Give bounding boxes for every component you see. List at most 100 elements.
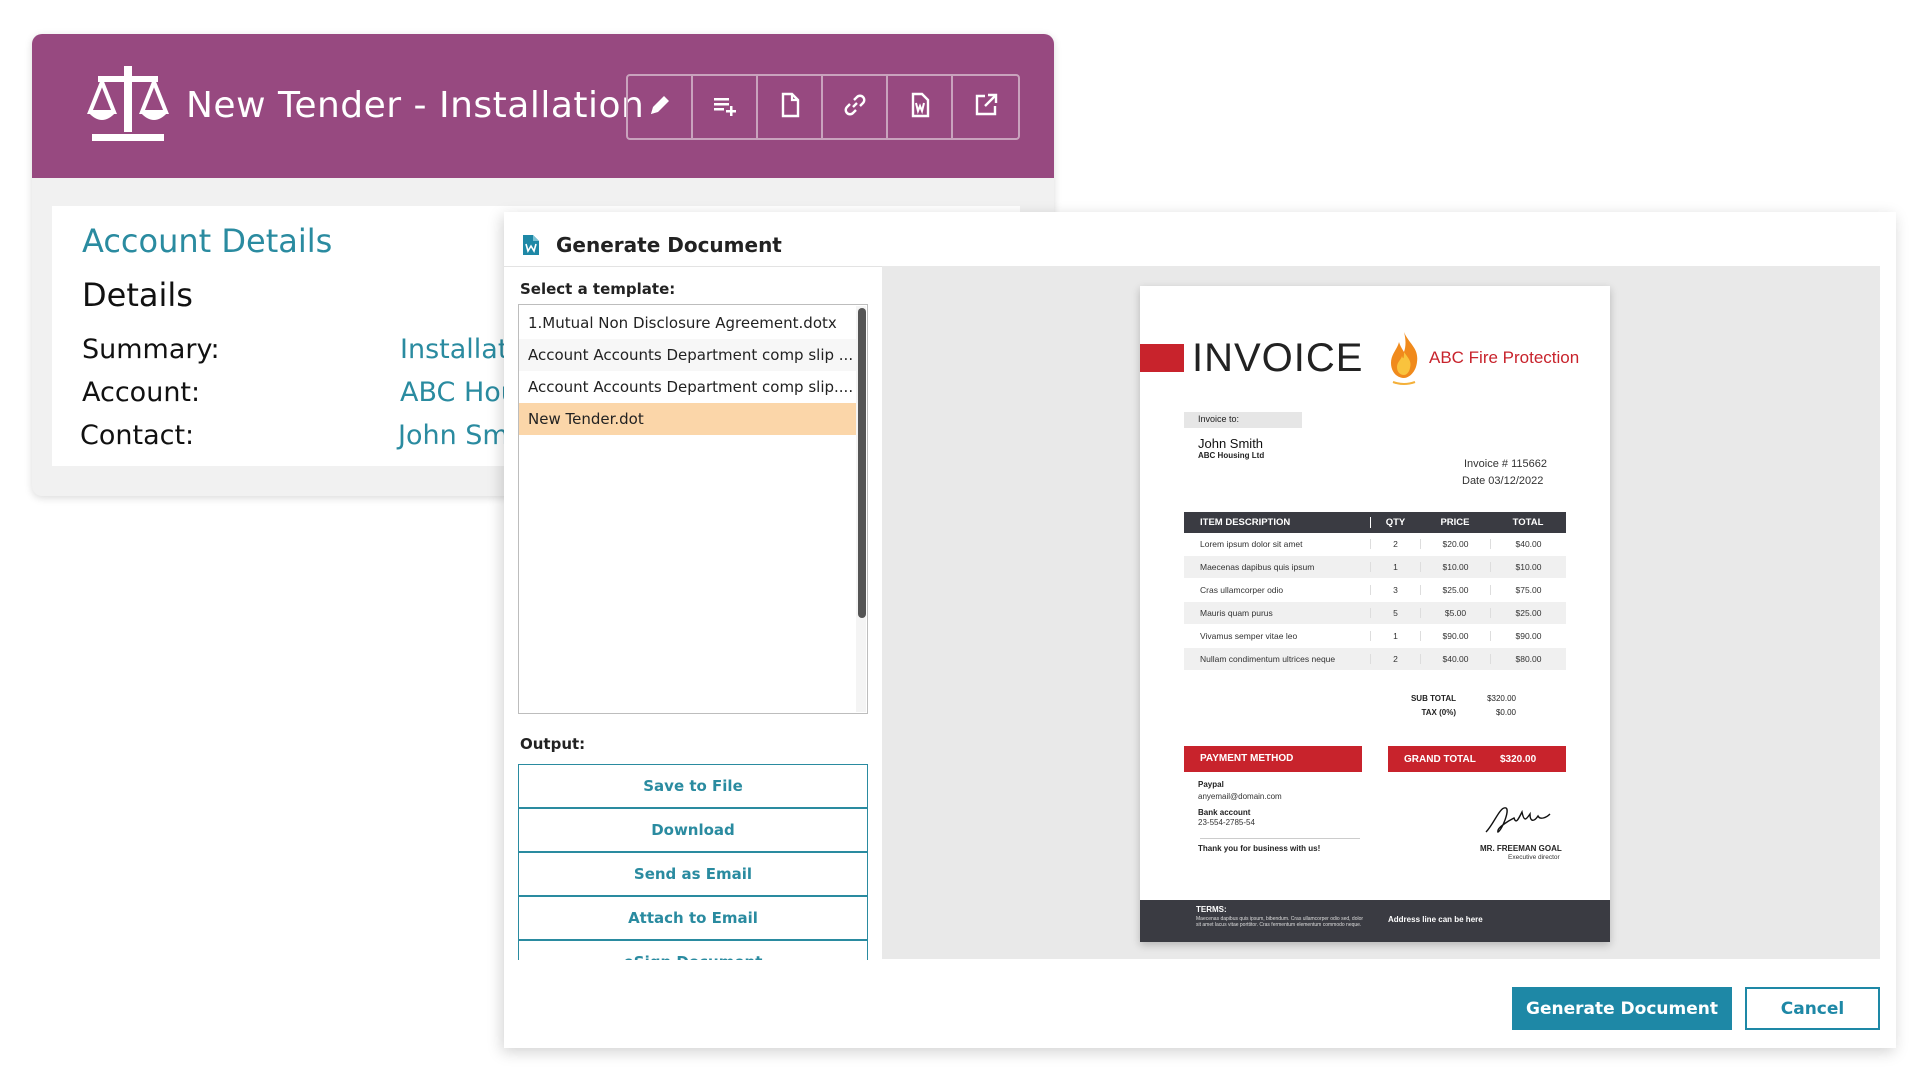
- table-cell: 1: [1370, 562, 1420, 572]
- customer-name: John Smith: [1198, 436, 1264, 451]
- invoice-number: Invoice # 115662: [1464, 458, 1547, 470]
- table-row: Vivamus semper vitae leo 1 $90.00 $90.00: [1184, 625, 1566, 648]
- contact-value[interactable]: John Sm: [398, 420, 509, 451]
- output-label: Output:: [520, 735, 586, 753]
- contact-label: Contact:: [80, 420, 195, 451]
- table-cell: 2: [1370, 539, 1420, 549]
- tender-title: New Tender - Installation: [186, 85, 645, 126]
- attach-to-email-button[interactable]: Attach to Email: [518, 896, 868, 940]
- table-cell: $5.00: [1420, 608, 1490, 618]
- cancel-button[interactable]: Cancel: [1745, 987, 1880, 1030]
- table-cell: Maecenas dapibus quis ipsum: [1200, 562, 1315, 572]
- tax-label: TAX (0%): [1421, 708, 1456, 717]
- signer-name: MR. FREEMAN GOAL: [1480, 844, 1562, 853]
- details-heading: Details: [82, 276, 193, 314]
- terms-label: TERMS:: [1196, 905, 1227, 914]
- select-template-label: Select a template:: [520, 280, 676, 298]
- signer-title: Executive director: [1508, 854, 1560, 861]
- terms-text: Maecenas dapibus quis ipsum, bibendum. C…: [1196, 916, 1364, 928]
- grand-total-bar: GRAND TOTAL $320.00: [1388, 746, 1566, 772]
- table-cell: Vivamus semper vitae leo: [1200, 631, 1298, 641]
- column-header: ITEM DESCRIPTION: [1200, 517, 1291, 528]
- column-header: PRICE: [1440, 517, 1470, 528]
- link-icon: [841, 91, 869, 123]
- open-external-button[interactable]: [953, 76, 1018, 138]
- table-cell: 5: [1370, 608, 1420, 618]
- table-row: Nullam condimentum ultrices neque 2 $40.00…: [1184, 648, 1566, 671]
- table-cell: $20.00: [1420, 539, 1490, 549]
- table-cell: Lorem ipsum dolor sit amet: [1200, 539, 1303, 549]
- invoice-to-label: Invoice to:: [1198, 414, 1240, 424]
- dialog-title: Generate Document: [556, 233, 782, 257]
- signature-icon: [1480, 798, 1560, 838]
- table-cell: 3: [1370, 585, 1420, 595]
- template-list[interactable]: 1.Mutual Non Disclosure Agreement.dotx A…: [518, 304, 868, 714]
- generate-document-button[interactable]: [888, 76, 953, 138]
- summary-label: Summary:: [82, 334, 220, 365]
- column-header: TOTAL: [1512, 517, 1544, 528]
- subtotal-value: $320.00: [1487, 694, 1516, 703]
- word-document-icon: [906, 91, 934, 123]
- account-label: Account:: [82, 377, 201, 408]
- customer-company: ABC Housing Ltd: [1198, 451, 1265, 460]
- address-line: Address line can be here: [1388, 915, 1483, 924]
- add-list-icon: [711, 91, 739, 123]
- template-list-scroll-thumb[interactable]: [858, 308, 866, 618]
- invoice-heading: INVOICE: [1192, 336, 1364, 380]
- invoice-items-table: ITEM DESCRIPTION QTY PRICE TOTAL Lorem ipsum…: [1184, 512, 1566, 671]
- table-cell: $75.00: [1490, 585, 1566, 595]
- external-link-icon: [972, 91, 1000, 123]
- table-cell: $40.00: [1490, 539, 1566, 549]
- template-item[interactable]: Account Accounts Department comp slip...…: [519, 371, 857, 403]
- table-cell: 1: [1370, 631, 1420, 641]
- table-row: Cras ullamcorper odio 3 $25.00 $75.00: [1184, 579, 1566, 602]
- summary-value[interactable]: Installat: [400, 334, 508, 365]
- invoice-company-name: ABC Fire Protection: [1429, 348, 1580, 367]
- send-as-email-button[interactable]: Send as Email: [518, 852, 868, 896]
- scales-icon: [86, 64, 170, 142]
- template-item[interactable]: Account Accounts Department comp slip ..…: [519, 339, 857, 371]
- invoice-preview: INVOICE ABC Fire Protection Invoice to: …: [1140, 286, 1610, 942]
- grand-total-value: $320.00: [1500, 753, 1537, 765]
- template-item[interactable]: 1.Mutual Non Disclosure Agreement.dotx: [519, 307, 857, 339]
- payment-method-label: PAYMENT METHOD: [1184, 746, 1362, 772]
- paypal-email: anyemail@domain.com: [1198, 792, 1282, 801]
- edit-button[interactable]: [628, 76, 693, 138]
- table-row: Lorem ipsum dolor sit amet 2 $20.00 $40.00: [1184, 533, 1566, 556]
- subtotal-label: SUB TOTAL: [1410, 694, 1456, 703]
- word-document-icon: [522, 234, 540, 256]
- document-icon: [776, 91, 804, 123]
- output-options: Save to File Download Send as Email Atta…: [504, 760, 884, 960]
- grand-total-label: GRAND TOTAL: [1404, 753, 1476, 765]
- table-cell: $10.00: [1420, 562, 1490, 572]
- table-cell: $80.00: [1490, 654, 1566, 664]
- flame-logo-icon: [1387, 330, 1421, 386]
- paypal-label: Paypal: [1198, 780, 1224, 789]
- invoice-table-header: ITEM DESCRIPTION QTY PRICE TOTAL: [1184, 512, 1566, 533]
- add-to-list-button[interactable]: [693, 76, 758, 138]
- table-cell: $90.00: [1490, 631, 1566, 641]
- document-button[interactable]: [758, 76, 823, 138]
- bank-label: Bank account: [1198, 808, 1251, 817]
- table-row: Maecenas dapibus quis ipsum 1 $10.00 $10.00: [1184, 556, 1566, 579]
- esign-document-button[interactable]: eSign Document: [518, 940, 868, 960]
- template-item-selected[interactable]: New Tender.dot: [519, 403, 857, 435]
- save-to-file-button[interactable]: Save to File: [518, 764, 868, 808]
- table-cell: $10.00: [1490, 562, 1566, 572]
- table-cell: $25.00: [1420, 585, 1490, 595]
- table-row: Mauris quam purus 5 $5.00 $25.00: [1184, 602, 1566, 625]
- table-cell: 2: [1370, 654, 1420, 664]
- table-cell: Mauris quam purus: [1200, 608, 1273, 618]
- account-details-title: Account Details: [82, 222, 333, 260]
- column-header: QTY: [1370, 517, 1420, 528]
- invoice-accent-bar: [1140, 344, 1184, 372]
- generate-document-button[interactable]: Generate Document: [1512, 987, 1732, 1030]
- thank-you-note: Thank you for business with us!: [1198, 844, 1321, 853]
- table-cell: $40.00: [1420, 654, 1490, 664]
- account-value[interactable]: ABC Hou: [400, 377, 518, 408]
- table-cell: Cras ullamcorper odio: [1200, 585, 1284, 595]
- link-button[interactable]: [823, 76, 888, 138]
- tender-toolbar: [626, 74, 1020, 140]
- download-button[interactable]: Download: [518, 808, 868, 852]
- table-cell: $90.00: [1420, 631, 1490, 641]
